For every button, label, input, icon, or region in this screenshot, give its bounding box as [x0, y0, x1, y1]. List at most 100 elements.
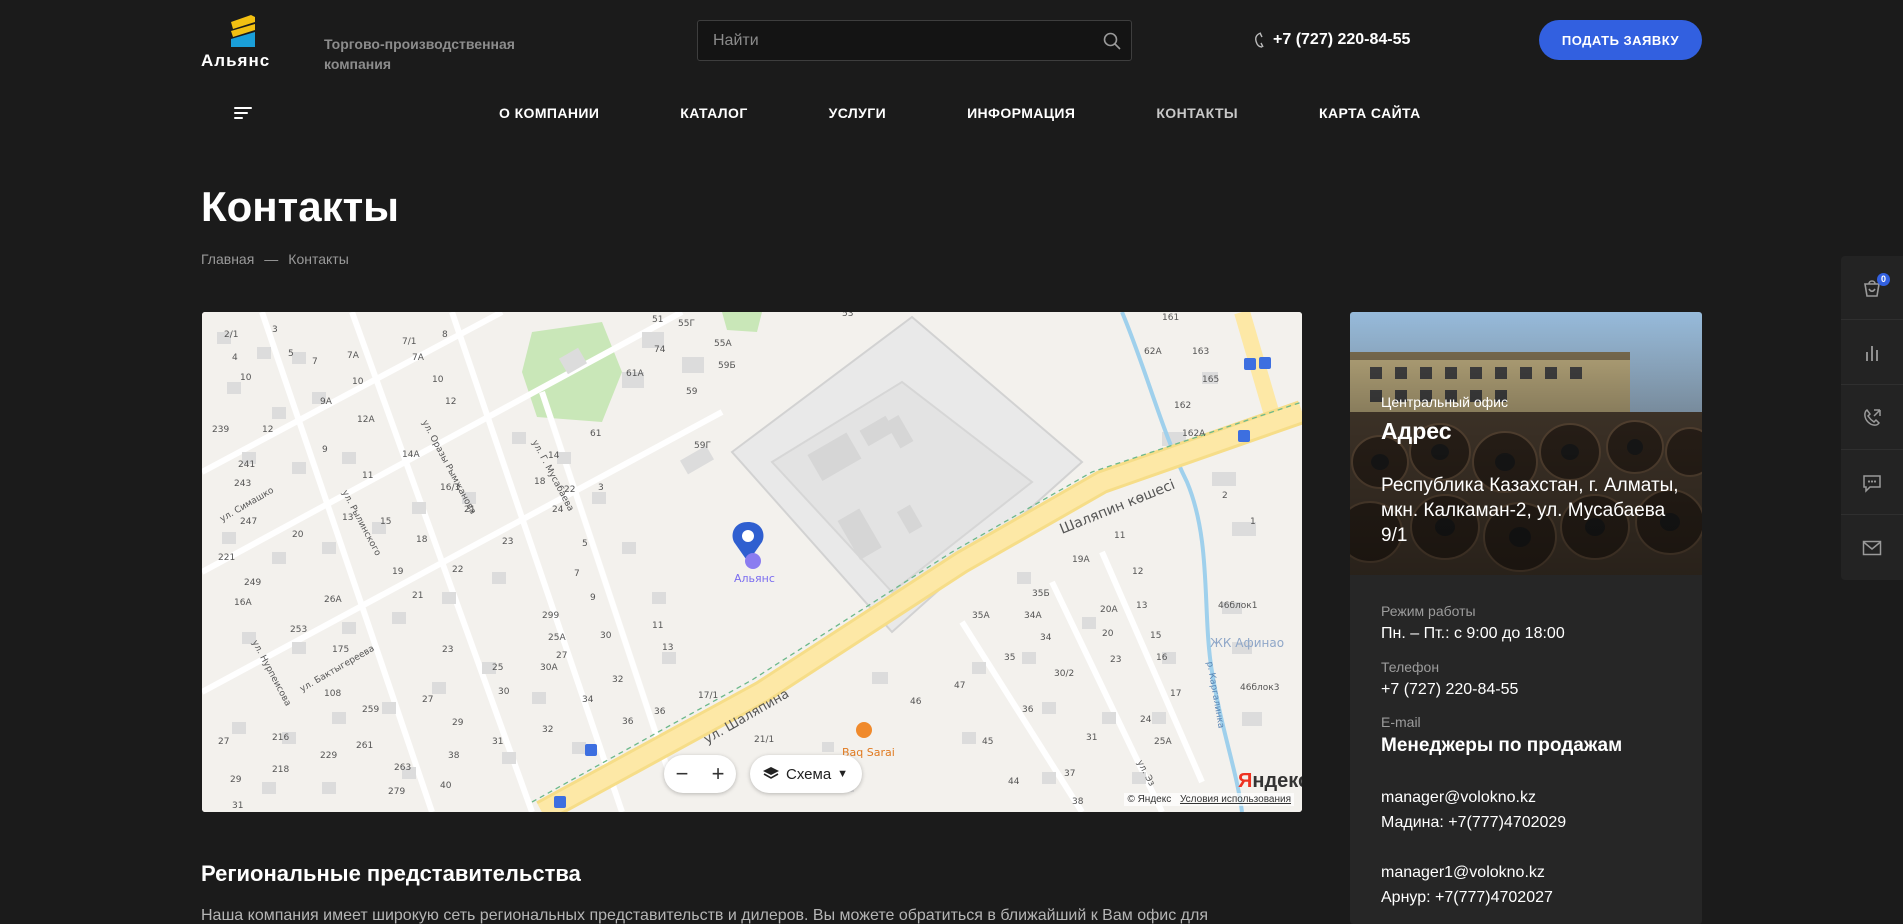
- svg-text:31: 31: [492, 737, 503, 747]
- svg-text:25A: 25A: [548, 633, 566, 643]
- map-copyright: © Яндекс Условия использования: [1124, 793, 1294, 806]
- svg-text:27: 27: [422, 695, 433, 705]
- nav-item-contacts[interactable]: КОНТАКТЫ: [1156, 105, 1238, 125]
- map-type-selector[interactable]: Схема ▼: [750, 755, 863, 793]
- site-header: Альянс Торгово-производственная компания…: [0, 0, 1903, 150]
- svg-text:19A: 19A: [1072, 555, 1090, 565]
- svg-text:23: 23: [442, 645, 453, 655]
- svg-text:1: 1: [1250, 517, 1256, 527]
- side-compare-button[interactable]: [1841, 321, 1903, 385]
- logo[interactable]: Альянс: [201, 14, 285, 70]
- svg-text:31: 31: [232, 801, 243, 811]
- manager1-phone[interactable]: Мадина: +7(777)4702029: [1381, 814, 1566, 832]
- menu-burger-icon[interactable]: [234, 107, 252, 121]
- yandex-logo[interactable]: Яндекс: [1238, 770, 1302, 793]
- address-title: Адрес: [1381, 418, 1452, 444]
- manager2-phone[interactable]: Арнур: +7(777)4702027: [1381, 889, 1553, 907]
- search-box: [697, 20, 1132, 61]
- svg-text:53: 53: [842, 312, 853, 319]
- manager1-email[interactable]: manager@volokno.kz: [1381, 789, 1536, 807]
- compare-icon: [1866, 345, 1878, 361]
- svg-text:13: 13: [1136, 601, 1147, 611]
- breadcrumb-home[interactable]: Главная: [201, 251, 254, 267]
- svg-text:32: 32: [612, 675, 623, 685]
- svg-text:239: 239: [212, 425, 229, 435]
- map-terms-link[interactable]: Условия использования: [1180, 794, 1291, 805]
- svg-text:35Б: 35Б: [1032, 589, 1050, 599]
- cart-count-badge: 0: [1877, 273, 1890, 286]
- map-tiles[interactable]: 2/1 34 5 1077/18 7A7A10 10 129A12A239 12924…: [202, 312, 1302, 812]
- yandex-map[interactable]: 2/1 3 4 5 10 7 7/1 8 7A 7A 10 10 12 9A 12A 239 12 9 24…: [202, 312, 1302, 812]
- side-mail-button[interactable]: [1841, 516, 1903, 580]
- svg-text:38: 38: [1072, 797, 1084, 807]
- svg-text:20: 20: [292, 530, 304, 540]
- nav-item-catalog[interactable]: КАТАЛОГ: [680, 105, 747, 125]
- nav-item-about[interactable]: О КОМПАНИИ: [499, 105, 599, 125]
- office-card: Центральный офис Адрес Республика Казахс…: [1350, 312, 1702, 924]
- svg-text:34: 34: [1040, 633, 1052, 643]
- svg-text:7A: 7A: [412, 353, 425, 363]
- svg-text:61A: 61A: [626, 369, 644, 379]
- svg-text:279: 279: [388, 787, 405, 797]
- manager2-email[interactable]: manager1@volokno.kz: [1381, 864, 1545, 882]
- svg-text:21: 21: [412, 591, 423, 601]
- breadcrumb: Главная — Контакты: [201, 251, 349, 267]
- nav-item-services[interactable]: УСЛУГИ: [829, 105, 886, 125]
- logo-text: Альянс: [201, 51, 271, 70]
- svg-text:259: 259: [362, 705, 379, 715]
- svg-text:29: 29: [230, 775, 242, 785]
- svg-text:2: 2: [1222, 491, 1228, 501]
- map-type-label[interactable]: Схема: [786, 766, 831, 783]
- svg-text:249: 249: [244, 578, 261, 588]
- svg-text:36: 36: [654, 707, 666, 717]
- svg-text:29: 29: [452, 718, 464, 728]
- svg-text:55Г: 55Г: [678, 319, 695, 329]
- search-input[interactable]: [698, 21, 1131, 60]
- header-phone[interactable]: +7 (727) 220-84-55: [1254, 28, 1410, 52]
- phone-value[interactable]: +7 (727) 220-84-55: [1381, 681, 1518, 699]
- callback-icon: [1864, 408, 1881, 426]
- svg-text:241: 241: [238, 460, 255, 470]
- search-icon[interactable]: [1103, 32, 1121, 50]
- svg-text:38: 38: [448, 751, 460, 761]
- svg-text:12: 12: [1132, 567, 1143, 577]
- svg-text:9: 9: [322, 445, 328, 455]
- svg-text:163: 163: [1192, 347, 1209, 357]
- svg-text:247: 247: [240, 517, 257, 527]
- svg-text:11: 11: [652, 621, 663, 631]
- svg-text:16: 16: [1156, 653, 1168, 663]
- header-phone-number[interactable]: +7 (727) 220-84-55: [1273, 31, 1410, 49]
- nav-item-info[interactable]: ИНФОРМАЦИЯ: [967, 105, 1075, 125]
- logo-mark-icon: [231, 15, 255, 47]
- svg-text:17: 17: [1170, 689, 1181, 699]
- submit-request-button[interactable]: ПОДАТЬ ЗАЯВКУ: [1539, 20, 1702, 60]
- svg-text:23: 23: [1110, 655, 1121, 665]
- zoom-out-icon[interactable]: −: [676, 761, 689, 787]
- regional-text: Наша компания имеет широкую сеть региона…: [201, 907, 1208, 924]
- svg-text:216: 216: [272, 733, 289, 743]
- side-callback-button[interactable]: [1841, 386, 1903, 450]
- svg-text:34A: 34A: [1024, 611, 1042, 621]
- svg-text:30A: 30A: [540, 663, 558, 673]
- svg-text:40: 40: [440, 781, 452, 791]
- side-chat-button[interactable]: [1841, 451, 1903, 515]
- svg-text:59Б: 59Б: [718, 361, 736, 371]
- svg-text:14A: 14A: [402, 450, 420, 460]
- chat-icon: [1863, 474, 1881, 493]
- svg-text:21/1: 21/1: [754, 735, 774, 745]
- svg-text:253: 253: [290, 625, 307, 635]
- map-copyright-text: © Яндекс: [1127, 794, 1172, 805]
- office-label: Центральный офис: [1381, 394, 1508, 410]
- side-cart-button[interactable]: 0: [1841, 256, 1903, 320]
- svg-text:16A: 16A: [234, 598, 252, 608]
- svg-text:23: 23: [502, 537, 513, 547]
- svg-text:161: 161: [1162, 313, 1179, 323]
- svg-text:46: 46: [910, 697, 922, 707]
- svg-text:108: 108: [324, 689, 341, 699]
- svg-text:46блок1: 46блок1: [1218, 601, 1257, 611]
- zoom-in-icon[interactable]: +: [712, 761, 725, 787]
- svg-text:11: 11: [362, 471, 373, 481]
- nav-item-sitemap[interactable]: КАРТА САЙТА: [1319, 105, 1421, 125]
- svg-text:2/1: 2/1: [224, 330, 238, 340]
- svg-text:175: 175: [332, 645, 349, 655]
